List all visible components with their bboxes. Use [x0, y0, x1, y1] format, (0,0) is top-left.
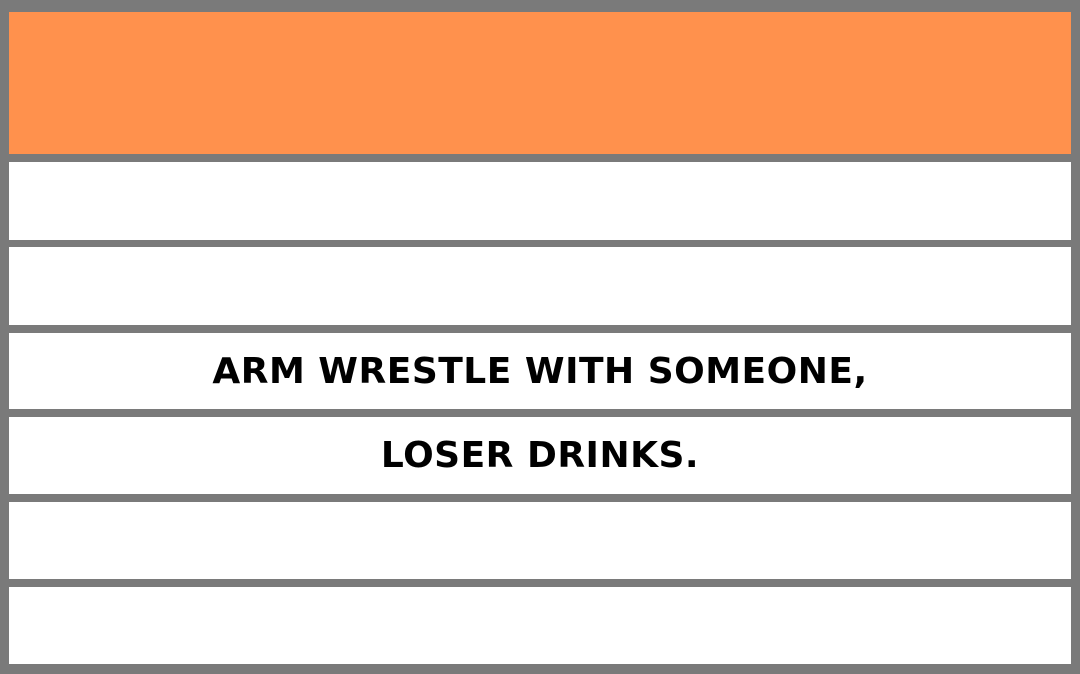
card-line-1	[9, 162, 1071, 240]
card-line-6-text	[9, 587, 1071, 664]
card-line-6	[9, 587, 1071, 664]
card-line-2-text	[9, 247, 1071, 325]
prompt-line-2: LOSER DRINKS.	[380, 435, 700, 476]
card-line-3: ARM WRESTLE WITH SOMEONE,	[9, 333, 1071, 409]
card-header-band	[9, 12, 1071, 154]
card-line-1-text	[9, 162, 1071, 240]
prompt-card: ARM WRESTLE WITH SOMEONE, LOSER DRINKS.	[0, 0, 1080, 674]
card-line-2	[9, 247, 1071, 325]
prompt-line-1: ARM WRESTLE WITH SOMEONE,	[212, 350, 868, 392]
card-line-4: LOSER DRINKS.	[9, 417, 1071, 494]
card-line-5	[9, 502, 1071, 579]
card-line-5-text	[9, 502, 1071, 579]
